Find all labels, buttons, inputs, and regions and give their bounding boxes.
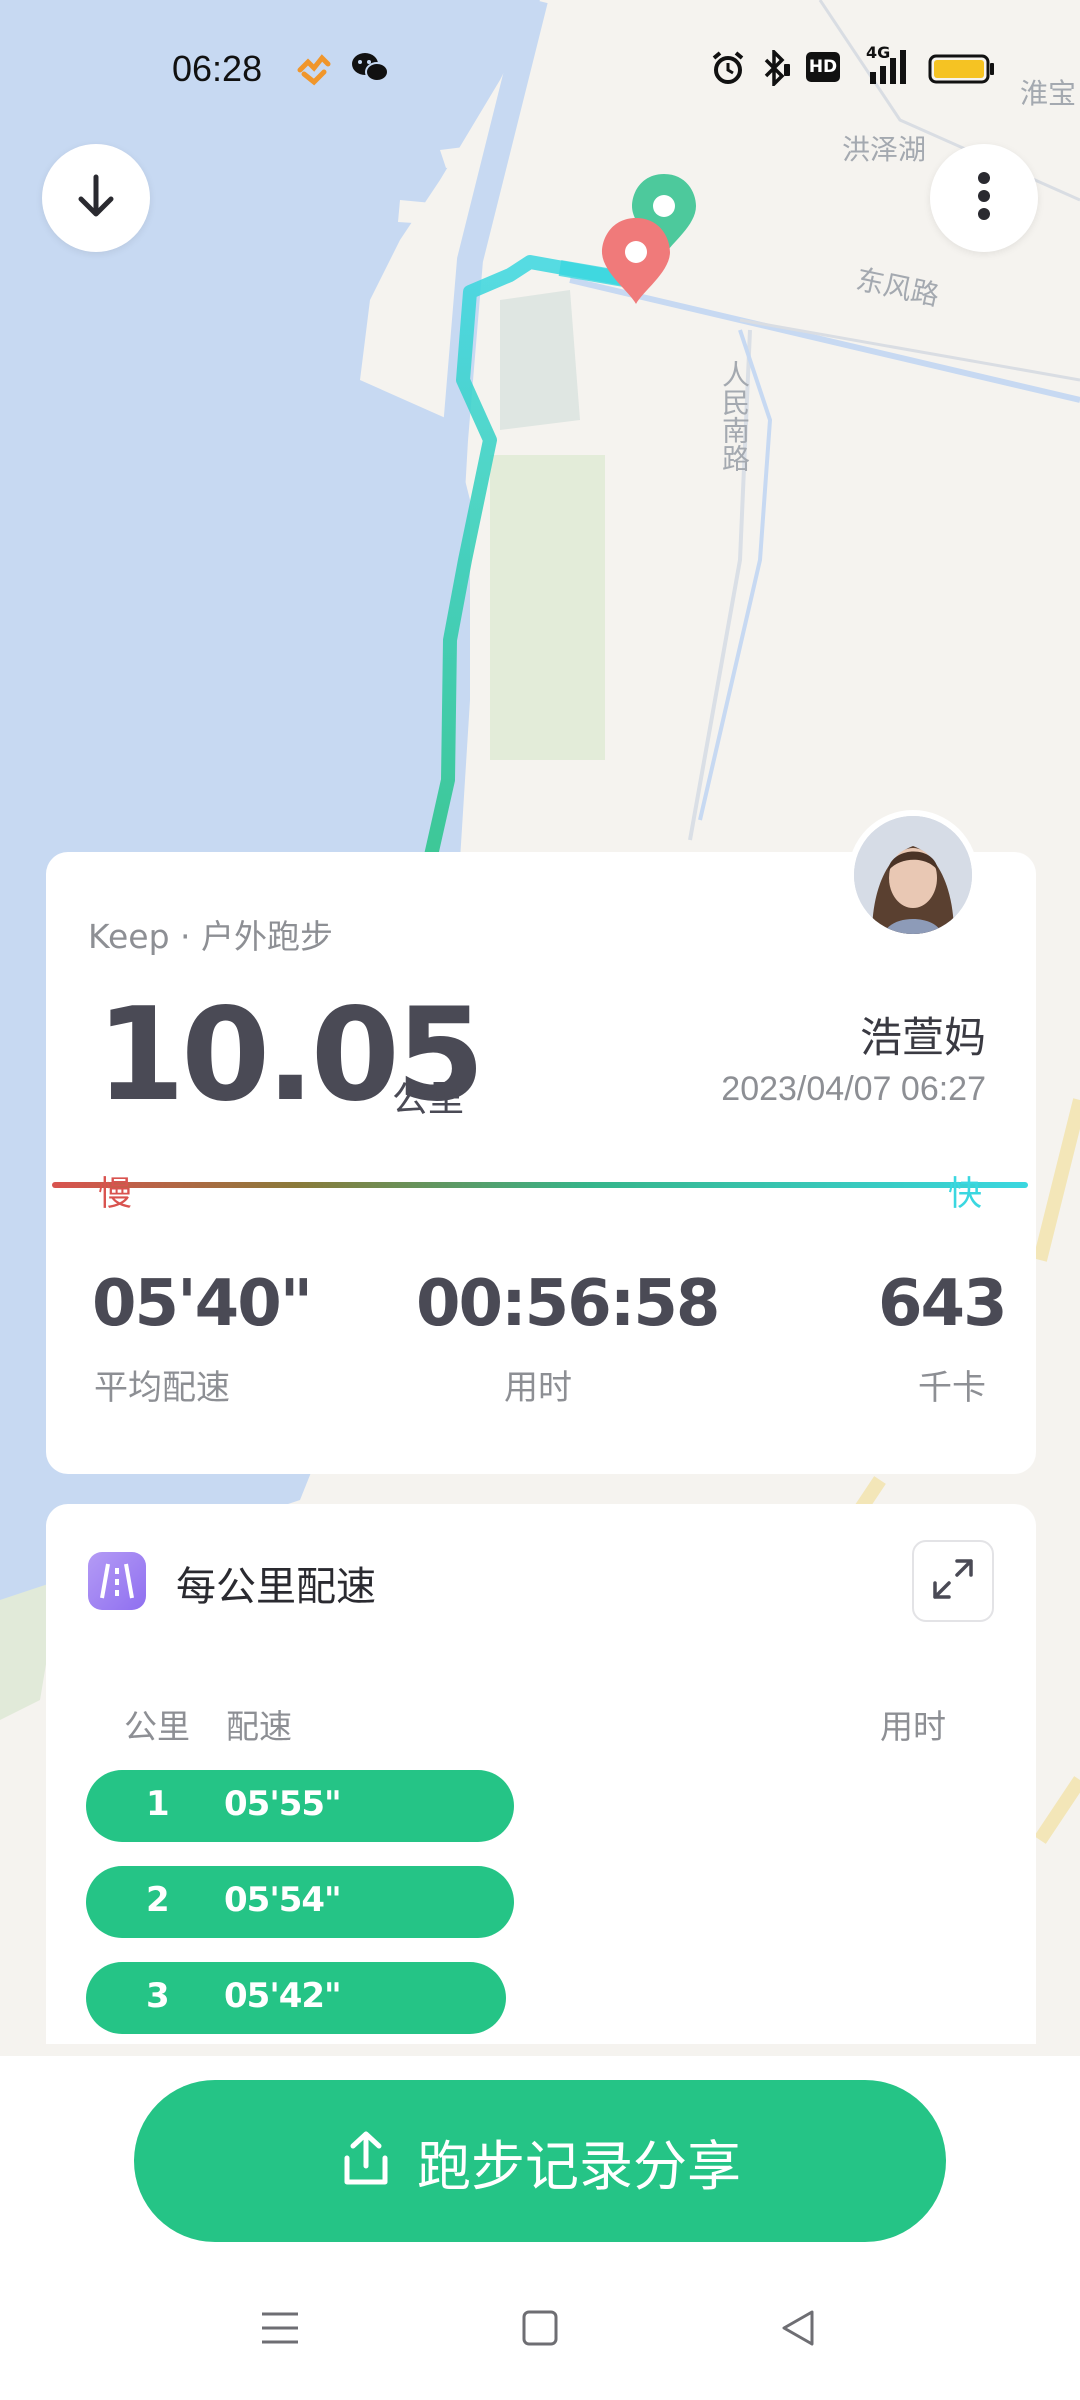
expand-button[interactable] xyxy=(912,1540,994,1622)
map-label-renmin-road: 人民南路 xyxy=(718,360,751,472)
4g-signal-icon: 4G xyxy=(864,42,924,90)
battery-icon xyxy=(928,54,996,88)
nav-back-button[interactable] xyxy=(768,2300,828,2360)
avatar[interactable] xyxy=(848,810,978,940)
nav-menu-button[interactable] xyxy=(250,2300,310,2360)
back-triangle-icon xyxy=(778,2308,818,2352)
bluetooth-icon xyxy=(760,47,792,90)
share-button-label: 跑步记录分享 xyxy=(417,2134,741,2198)
pace-fast-label: 快 xyxy=(948,1174,982,1214)
wechat-icon xyxy=(350,50,390,90)
splits-card: 每公里配速 公里 配速 用时 1 05'55" 2 05'54" 3 05'42… xyxy=(46,1504,1036,2044)
split-row: 2 05'54" xyxy=(86,1866,514,1938)
col-header-time: 用时 xyxy=(880,1707,946,1746)
expand-icon xyxy=(931,1557,975,1605)
split-km: 1 xyxy=(146,1784,170,1824)
home-square-icon xyxy=(521,2309,559,2351)
calories-value: 643 xyxy=(878,1267,1008,1341)
heart-rate-icon xyxy=(296,50,332,90)
map-label-lake: 洪泽湖 xyxy=(842,133,927,166)
road-icon xyxy=(88,1552,146,1610)
duration-value: 00:56:58 xyxy=(416,1267,720,1341)
run-datetime: 2023/04/07 06:27 xyxy=(721,1070,986,1108)
split-km: 3 xyxy=(146,1976,170,2016)
pace-slow-label: 慢 xyxy=(98,1174,132,1214)
calories-label: 千卡 xyxy=(918,1368,986,1408)
hd-icon: HD xyxy=(806,52,840,82)
avatar-image xyxy=(854,816,972,934)
username: 浩萱妈 xyxy=(859,1013,986,1062)
col-header-pace: 配速 xyxy=(226,1707,292,1746)
download-button[interactable] xyxy=(42,144,150,252)
distance-unit: 公里 xyxy=(392,1079,465,1120)
duration-label: 用时 xyxy=(504,1368,572,1408)
avg-pace-label: 平均配速 xyxy=(94,1368,230,1408)
split-row: 1 05'55" xyxy=(86,1770,514,1842)
splits-title: 每公里配速 xyxy=(176,1564,376,1610)
status-bar: 06:28 HD 4G xyxy=(0,40,1080,100)
pace-gradient-bar xyxy=(52,1182,1028,1188)
split-km: 2 xyxy=(146,1880,170,1920)
svg-text:4G: 4G xyxy=(866,43,890,62)
more-vertical-icon xyxy=(974,170,994,226)
activity-source: Keep · 户外跑步 xyxy=(88,917,334,956)
arrow-down-icon xyxy=(69,169,123,227)
split-pace: 05'55" xyxy=(224,1784,342,1824)
split-pace: 05'42" xyxy=(224,1976,342,2016)
avg-pace-value: 05'40" xyxy=(92,1267,313,1341)
split-pace: 05'54" xyxy=(224,1880,342,1920)
status-time: 06:28 xyxy=(172,48,263,89)
more-options-button[interactable] xyxy=(930,144,1038,252)
col-header-km: 公里 xyxy=(124,1707,190,1746)
menu-icon xyxy=(260,2310,300,2350)
share-icon xyxy=(339,2130,393,2192)
nav-home-button[interactable] xyxy=(510,2300,570,2360)
share-run-button[interactable]: 跑步记录分享 xyxy=(134,2080,946,2242)
alarm-icon xyxy=(710,50,746,90)
split-row: 3 05'42" xyxy=(86,1962,506,2034)
